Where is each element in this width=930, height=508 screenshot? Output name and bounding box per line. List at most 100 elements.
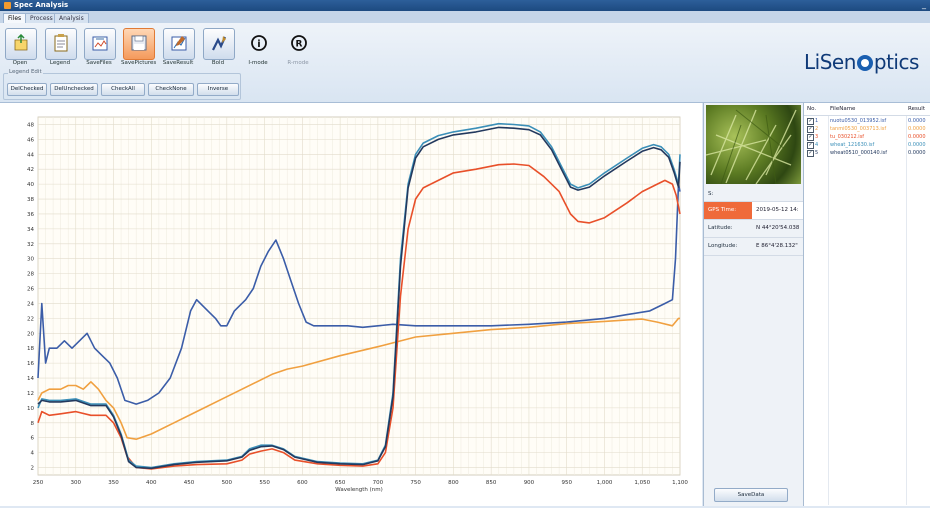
y-tick-label: 42 bbox=[27, 167, 34, 173]
save-data-button[interactable]: SaveData bbox=[714, 488, 788, 502]
longitude-row[interactable]: Longitude: E 86°4'28.132" bbox=[704, 238, 803, 256]
y-tick-label: 22 bbox=[27, 316, 34, 322]
svg-text:R: R bbox=[296, 40, 303, 50]
legend-button[interactable] bbox=[45, 28, 77, 60]
y-tick-label: 34 bbox=[27, 227, 34, 233]
y-tick-label: 2 bbox=[31, 466, 35, 472]
spectrum-chart[interactable]: 2 4 6 8 10 12 14 16 18 20 22 24 26 28 30 32 34 36 38 40 42 44… bbox=[0, 103, 702, 506]
row-checkbox[interactable]: ✓ bbox=[807, 134, 814, 141]
inverse-button[interactable]: Inverse bbox=[197, 83, 239, 96]
x-tick-label: 450 bbox=[184, 480, 195, 486]
row-filename: nuotu0530_013952.isf bbox=[830, 118, 887, 124]
row-checkbox[interactable]: ✓ bbox=[807, 126, 814, 133]
row-result: 0.0000 bbox=[908, 126, 926, 132]
y-tick-label: 48 bbox=[27, 122, 34, 128]
file-row[interactable]: ✓ 1 nuotu0530_013952.isf 0.0000 bbox=[804, 117, 930, 125]
open-icon bbox=[14, 34, 28, 51]
registered-icon: R bbox=[291, 35, 307, 51]
save-result-button[interactable] bbox=[163, 28, 195, 60]
info-icon: i bbox=[251, 35, 267, 51]
plot-area bbox=[37, 116, 681, 476]
y-tick-label: 26 bbox=[27, 287, 34, 293]
row-number: 1 bbox=[815, 118, 819, 124]
r-mode-label: R-mode bbox=[287, 60, 309, 66]
x-tick-label: 300 bbox=[71, 480, 82, 486]
brand-logo: LiSen ptics bbox=[804, 50, 919, 74]
save-pictures-icon bbox=[131, 35, 147, 51]
y-tick-label: 4 bbox=[31, 451, 35, 457]
row-result: 0.0000 bbox=[908, 118, 926, 124]
file-row[interactable]: ✓ 2 tanmi0530_003713.isf 0.0000 bbox=[804, 125, 930, 133]
spectrum-plot[interactable]: 2468101214161820222426283032343638404244… bbox=[0, 103, 702, 506]
del-unchecked-button[interactable]: DelUnchecked bbox=[50, 83, 98, 96]
x-tick-label: 1,100 bbox=[672, 480, 688, 486]
row-number: 2 bbox=[815, 126, 819, 132]
longitude-value: E 86°4'28.132" bbox=[756, 243, 798, 249]
i-mode-label: I-mode bbox=[248, 60, 268, 66]
gps-time-value: 2019-05-12 14: bbox=[756, 207, 799, 213]
y-tick-label: 20 bbox=[27, 331, 34, 337]
brand-o-icon bbox=[856, 55, 873, 71]
i-mode-button[interactable]: i bbox=[243, 28, 275, 60]
x-tick-label: 800 bbox=[448, 480, 459, 486]
file-row[interactable]: ✓ 4 wheat_121630.isf 0.0000 bbox=[804, 141, 930, 149]
save-files-label: SaveFiles bbox=[86, 60, 112, 66]
gps-header: S: bbox=[704, 187, 803, 202]
info-panel: S: GPS Time: 2019-05-12 14: Latitude: N 44… bbox=[703, 103, 803, 506]
y-tick-label: 18 bbox=[27, 346, 34, 352]
row-filename: tu_030212.isf bbox=[830, 134, 865, 140]
row-checkbox[interactable]: ✓ bbox=[807, 150, 814, 157]
bold-icon bbox=[212, 36, 227, 51]
check-all-button[interactable]: CheckAll bbox=[101, 83, 145, 96]
del-checked-button[interactable]: DelChecked bbox=[7, 83, 47, 96]
file-row[interactable]: ✓ 5 wheat0510_000140.isf 0.0000 bbox=[804, 149, 930, 157]
save-pictures-button[interactable] bbox=[123, 28, 155, 60]
bold-button[interactable] bbox=[203, 28, 235, 60]
file-list-header: No. FileName Result bbox=[804, 105, 930, 116]
y-tick-label: 46 bbox=[27, 137, 34, 143]
title-bar: Spec Analysis _ bbox=[0, 0, 930, 11]
col-no[interactable]: No. bbox=[807, 106, 816, 112]
file-list-grid bbox=[804, 115, 930, 505]
bold-label: Bold bbox=[211, 60, 225, 66]
x-tick-label: 250 bbox=[33, 480, 44, 486]
x-tick-label: 650 bbox=[335, 480, 346, 486]
y-tick-label: 28 bbox=[27, 272, 34, 278]
row-result: 0.0000 bbox=[908, 142, 926, 148]
open-button[interactable] bbox=[5, 28, 37, 60]
file-row[interactable]: ✓ 3 tu_030212.isf 0.0000 bbox=[804, 133, 930, 141]
save-result-icon bbox=[171, 36, 187, 51]
x-tick-label: 1,050 bbox=[634, 480, 650, 486]
app-logo-icon bbox=[4, 2, 11, 9]
grid-divider bbox=[828, 115, 829, 505]
row-number: 5 bbox=[815, 150, 819, 156]
row-result: 0.0000 bbox=[908, 134, 926, 140]
row-checkbox[interactable]: ✓ bbox=[807, 142, 814, 149]
x-tick-label: 900 bbox=[524, 480, 535, 486]
x-axis-label: Wavelength (nm) bbox=[335, 487, 383, 493]
longitude-key: Longitude: bbox=[708, 243, 738, 249]
minimize-button[interactable]: _ bbox=[922, 0, 926, 9]
gps-time-row[interactable]: GPS Time: 2019-05-12 14: bbox=[704, 202, 803, 220]
row-number: 4 bbox=[815, 142, 819, 148]
col-filename[interactable]: FileName bbox=[830, 106, 855, 112]
y-tick-label: 14 bbox=[27, 376, 34, 382]
x-tick-label: 350 bbox=[108, 480, 119, 486]
check-none-button[interactable]: CheckNone bbox=[148, 83, 194, 96]
save-files-button[interactable] bbox=[84, 28, 116, 60]
grass-photo-texture bbox=[706, 109, 797, 184]
latitude-row[interactable]: Latitude: N 44°20'54.038 bbox=[704, 220, 803, 238]
latitude-value: N 44°20'54.038 bbox=[756, 225, 800, 231]
legend-icon bbox=[54, 34, 68, 52]
row-filename: wheat0510_000140.isf bbox=[830, 150, 888, 156]
window-title: Spec Analysis bbox=[14, 1, 69, 9]
y-tick-label: 10 bbox=[27, 406, 34, 412]
x-tick-label: 550 bbox=[259, 480, 270, 486]
col-result[interactable]: Result bbox=[908, 106, 925, 112]
r-mode-button[interactable]: R bbox=[283, 28, 315, 60]
row-checkbox[interactable]: ✓ bbox=[807, 118, 814, 125]
x-tick-label: 500 bbox=[222, 480, 233, 486]
x-tick-label: 400 bbox=[146, 480, 157, 486]
svg-text:i: i bbox=[257, 39, 260, 50]
y-tick-label: 40 bbox=[27, 182, 34, 188]
